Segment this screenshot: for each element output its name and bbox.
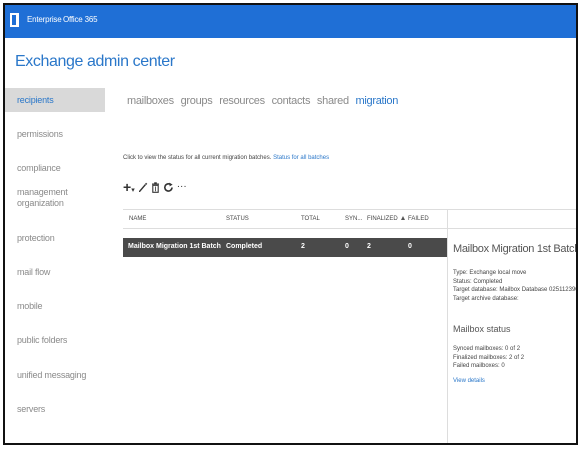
sidebar-item-mobile[interactable]: mobile — [5, 294, 105, 318]
sort-ascending-icon — [400, 216, 405, 221]
tab-contacts[interactable]: contacts — [272, 95, 311, 107]
tab-groups[interactable]: groups — [181, 95, 213, 107]
add-icon: + — [123, 179, 132, 195]
sidebar-item-mail-flow[interactable]: mail flow — [5, 260, 105, 284]
column-failed[interactable]: FAILED — [408, 216, 429, 222]
enterprise-link[interactable]: Enterprise — [27, 15, 62, 24]
sidebar-item-protection[interactable]: protection — [5, 226, 105, 250]
delete-button[interactable] — [151, 181, 160, 193]
office365-link[interactable]: Office 365 — [63, 15, 98, 24]
trash-icon — [151, 181, 159, 193]
migration-info: Click to view the status for all current… — [123, 155, 329, 161]
office-logo-icon[interactable] — [10, 13, 19, 27]
details-type: Type: Exchange local move — [453, 270, 527, 276]
migration-toolbar: +▾ ··· — [123, 179, 187, 195]
tab-migration[interactable]: migration — [356, 95, 399, 107]
row-synced: 0 — [345, 243, 349, 250]
top-navigation-bar: Enterprise Office 365 — [5, 5, 576, 38]
row-failed: 0 — [408, 243, 412, 250]
finalized-mailboxes: Finalized mailboxes: 2 of 2 — [453, 354, 525, 361]
sidebar-item-permissions[interactable]: permissions — [5, 122, 105, 146]
refresh-button[interactable] — [163, 182, 174, 193]
refresh-icon — [163, 182, 173, 192]
row-name: Mailbox Migration 1st Batch — [128, 243, 221, 250]
sidebar-item-unified-messaging[interactable]: unified messaging — [5, 363, 105, 387]
mailbox-status-heading: Mailbox status — [453, 324, 511, 334]
details-title: Mailbox Migration 1st Batch — [453, 243, 578, 255]
column-name[interactable]: NAME — [129, 216, 146, 222]
tab-resources[interactable]: resources — [219, 95, 265, 107]
tab-shared[interactable]: shared — [317, 95, 349, 107]
sidebar-item-public-folders[interactable]: public folders — [5, 328, 105, 352]
details-pane-divider — [447, 209, 448, 443]
add-button[interactable]: +▾ — [123, 180, 135, 194]
failed-mailboxes: Failed mailboxes: 0 — [453, 363, 505, 369]
tab-mailboxes[interactable]: mailboxes — [127, 95, 174, 107]
edit-button[interactable] — [138, 182, 148, 193]
chevron-down-icon: ▾ — [131, 187, 135, 194]
table-row[interactable]: Mailbox Migration 1st Batch Completed 2 … — [123, 238, 447, 257]
column-synced[interactable]: SYN... — [345, 216, 362, 222]
pencil-icon — [138, 182, 147, 192]
status-for-all-batches-link[interactable]: Status for all batches — [273, 155, 329, 161]
details-target-archive-database: Target archive database: — [453, 295, 519, 302]
admin-center-window: Enterprise Office 365 Exchange admin cen… — [3, 3, 578, 445]
details-target-database: Target database: Mailbox Database 025112… — [453, 287, 578, 293]
sidebar-item-recipients[interactable]: recipients — [5, 88, 105, 112]
info-text: Click to view the status for all current… — [123, 155, 272, 161]
app-title: Exchange admin center — [15, 53, 175, 70]
row-status: Completed — [226, 243, 263, 250]
row-total: 2 — [301, 243, 305, 250]
sidebar-item-compliance-management[interactable]: compliance management — [5, 156, 105, 197]
details-pane: Mailbox Migration 1st Batch Type: Exchan… — [453, 242, 578, 386]
sidebar-item-servers[interactable]: servers — [5, 397, 105, 421]
column-total[interactable]: TOTAL — [301, 216, 320, 222]
recipient-tabs: mailboxes groups resources contacts shar… — [127, 95, 402, 107]
migration-table-header: NAME STATUS TOTAL SYN... FINALIZED FAILE… — [123, 209, 576, 443]
row-finalized: 2 — [367, 243, 371, 250]
column-finalized[interactable]: FINALIZED — [367, 216, 405, 222]
synced-mailboxes: Synced mailboxes: 0 of 2 — [453, 346, 521, 352]
column-status[interactable]: STATUS — [226, 216, 249, 222]
view-details-link[interactable]: View details — [453, 377, 576, 386]
more-options-button[interactable]: ··· — [177, 182, 187, 192]
details-status: Status: Completed — [453, 278, 503, 285]
sidebar-item-organization[interactable]: organization — [5, 191, 105, 215]
column-finalized-label: FINALIZED — [367, 216, 398, 222]
